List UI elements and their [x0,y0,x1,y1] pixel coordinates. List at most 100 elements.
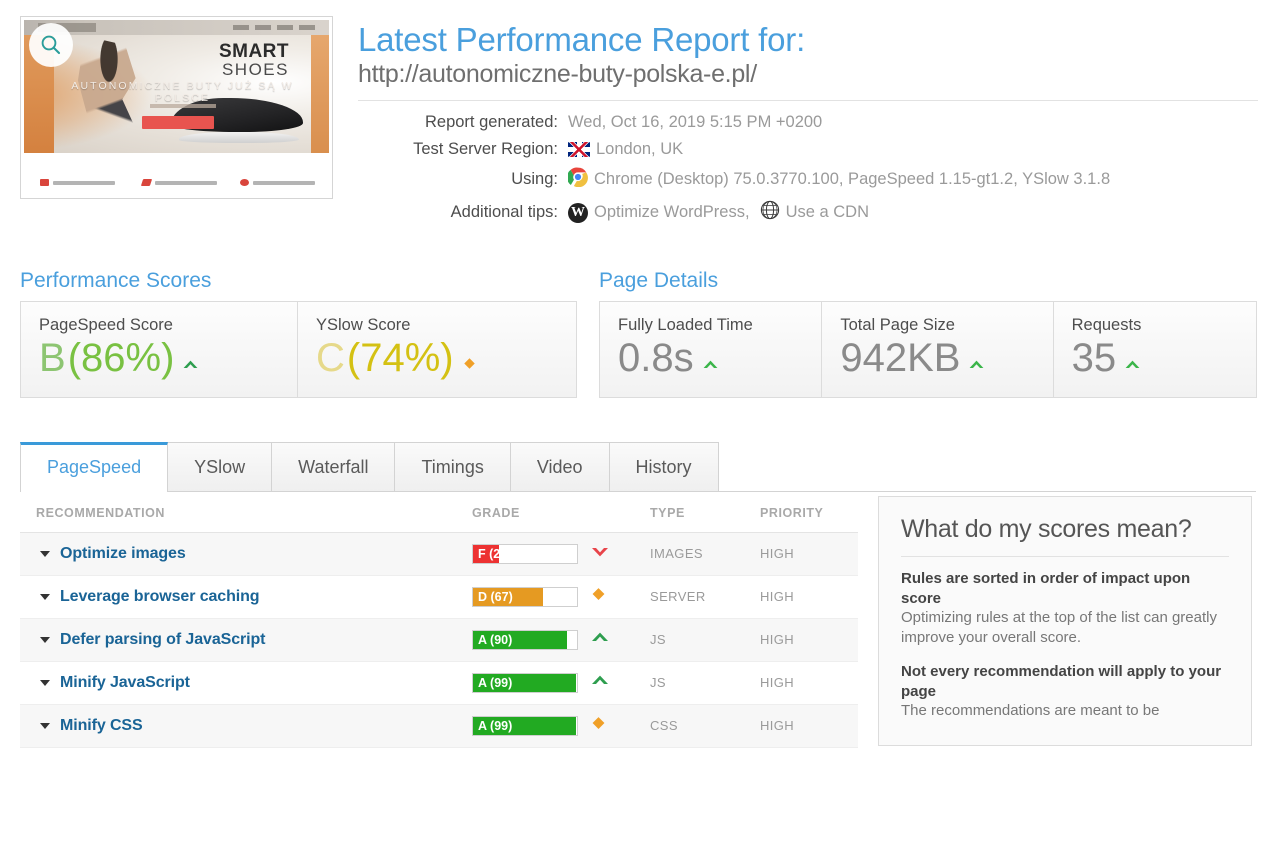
report-metadata: Report generated: Wed, Oct 16, 2019 5:15… [358,113,1276,225]
yslow-grade-percent: (74%) [346,336,454,381]
pagespeed-grade-letter: B [39,336,66,381]
report-tabs-wrap: PageSpeed YSlow Waterfall Timings Video … [0,442,1276,493]
table-row[interactable]: Minify CSS A (99) CSS HIGH [20,704,858,749]
total-page-size-trend-up-icon [968,358,985,371]
expand-caret-icon[interactable] [40,680,50,687]
pagespeed-score-card[interactable]: PageSpeed Score B (86%) [21,302,297,397]
table-row[interactable]: Optimize images F (25) IMAGES HIGH [20,532,858,577]
table-row[interactable]: Leverage browser caching D (67) SERVER HIGH [20,575,858,620]
expand-caret-icon[interactable] [40,637,50,644]
tab-content: RECOMMENDATION GRADE TYPE PRIORITY Optim… [0,492,1276,749]
explanation-item-body: The recommendations are meant to be [901,702,1160,720]
meta-value: Chrome (Desktop) 75.0.3770.100, PageSpee… [566,167,1111,192]
fully-loaded-time-value-wrap: 0.8s [618,337,803,379]
page-details-block: Page Details Fully Loaded Time 0.8s Tota… [599,269,1257,399]
total-page-size-value: 942KB [840,336,961,381]
total-page-size-label: Total Page Size [840,316,955,335]
site-thumbnail[interactable]: SMART SHOES AUTONOMICZNE BUTY JUŻ SĄ W P… [20,16,333,199]
recommendation-link[interactable]: Leverage browser caching [60,588,260,606]
title-divider [358,100,1258,102]
thumbnail-feature-2 [140,179,217,186]
globe-icon [760,200,780,225]
cell-grade: A (99) [472,661,650,706]
expand-caret-icon[interactable] [40,551,50,558]
thumbnail-subtext-bar [150,104,216,108]
tab-video[interactable]: Video [509,442,610,492]
fully-loaded-time-card[interactable]: Fully Loaded Time 0.8s [600,302,821,397]
explanation-item: Not every recommendation will apply to y… [901,662,1229,721]
grade-bar: A (99) [472,716,578,737]
column-header-type[interactable]: TYPE [650,492,760,534]
performance-scores-title: Performance Scores [20,269,212,293]
grade-trend-icon [590,673,610,693]
thumbnail-brand-secondary: SHOES [221,60,289,79]
performance-scores-block: Performance Scores PageSpeed Score B (86… [20,269,577,399]
cell-recommendation: Optimize images [20,532,472,577]
requests-value: 35 [1071,336,1117,381]
column-header-recommendation[interactable]: RECOMMENDATION [20,492,472,534]
cell-grade: D (67) [472,575,650,620]
grade-bar-label: A (99) [478,676,513,691]
grade-bar-label: A (99) [478,719,513,734]
requests-label: Requests [1071,316,1142,335]
requests-trend-up-icon [1124,358,1141,371]
using-value: Chrome (Desktop) 75.0.3770.100, PageSpee… [594,170,1111,189]
grade-bar-label: D (67) [478,590,513,605]
expand-caret-icon[interactable] [40,723,50,730]
cell-priority: HIGH [760,532,858,577]
pagespeed-grade-percent: (86%) [67,336,175,381]
recommendation-link[interactable]: Defer parsing of JavaScript [60,631,265,649]
fully-loaded-time-value: 0.8s [618,336,694,381]
tab-history[interactable]: History [608,442,719,492]
total-page-size-card[interactable]: Total Page Size 942KB [821,302,1052,398]
cell-recommendation: Minify CSS [20,704,472,749]
page-details-title: Page Details [599,269,719,293]
explanation-item-title: Rules are sorted in order of impact upon… [901,570,1191,607]
tab-timings[interactable]: Timings [394,442,511,492]
recommendation-link[interactable]: Minify CSS [60,717,143,735]
report-url[interactable]: http://autonomiczne-buty-polska-e.pl/ [358,60,1276,89]
search-icon[interactable] [29,23,73,67]
meta-value: London, UK [568,140,683,159]
grade-trend-icon [590,586,607,608]
tab-waterfall[interactable]: Waterfall [271,442,396,492]
tip-use-a-cdn[interactable]: Use a CDN [786,203,869,222]
explanation-item: Rules are sorted in order of impact upon… [901,569,1229,648]
report-generated-value: Wed, Oct 16, 2019 5:15 PM +0200 [568,113,823,132]
cell-grade: F (25) [472,532,650,577]
cell-priority: HIGH [760,618,858,663]
tip-optimize-wordpress[interactable]: Optimize WordPress, [594,203,750,222]
cell-type: SERVER [650,575,760,620]
performance-report-page: SMART SHOES AUTONOMICZNE BUTY JUŻ SĄ W P… [0,0,1276,853]
meta-label: Test Server Region: [413,140,558,159]
meta-row-tips: Additional tips: W Optimize WordPress, U… [358,200,1276,225]
recommendation-link[interactable]: Optimize images [60,545,186,563]
thumbnail-nav-links [233,25,319,30]
grade-bar: A (90) [472,630,578,651]
recommendations-table: RECOMMENDATION GRADE TYPE PRIORITY Optim… [20,492,858,749]
recommendation-link[interactable]: Minify JavaScript [60,674,190,692]
thumbnail-brand: SMART SHOES [219,42,289,78]
scores-explanation-heading: What do my scores mean? [901,515,1229,558]
yslow-score-label: YSlow Score [316,316,411,335]
column-header-priority[interactable]: PRIORITY [760,492,858,534]
page-title: Latest Performance Report for: [358,21,806,58]
thumbnail-shoe-sole [179,132,299,143]
table-row[interactable]: Defer parsing of JavaScript A (90) JS HIGH [20,618,858,663]
wordpress-icon: W [568,202,588,223]
thumbnail-feature-1 [40,179,115,186]
recommendations-table-area: RECOMMENDATION GRADE TYPE PRIORITY Optim… [20,492,858,749]
page-details-cards: Fully Loaded Time 0.8s Total Page Size 9… [599,301,1257,399]
meta-value: Wed, Oct 16, 2019 5:15 PM +0200 [568,113,822,132]
explanation-item-body: Optimizing rules at the top of the list … [901,609,1217,647]
table-row[interactable]: Minify JavaScript A (99) JS HIGH [20,661,858,706]
recommendations-table-head: RECOMMENDATION GRADE TYPE PRIORITY [20,492,858,534]
yslow-score-card[interactable]: YSlow Score C (74%) [297,302,576,398]
column-header-grade[interactable]: GRADE [472,492,650,534]
tab-pagespeed[interactable]: PageSpeed [20,442,169,493]
grade-bar: D (67) [472,587,578,608]
expand-caret-icon[interactable] [40,594,50,601]
cell-type: JS [650,661,760,706]
requests-card[interactable]: Requests 35 [1052,302,1256,398]
tab-yslow[interactable]: YSlow [167,442,273,492]
